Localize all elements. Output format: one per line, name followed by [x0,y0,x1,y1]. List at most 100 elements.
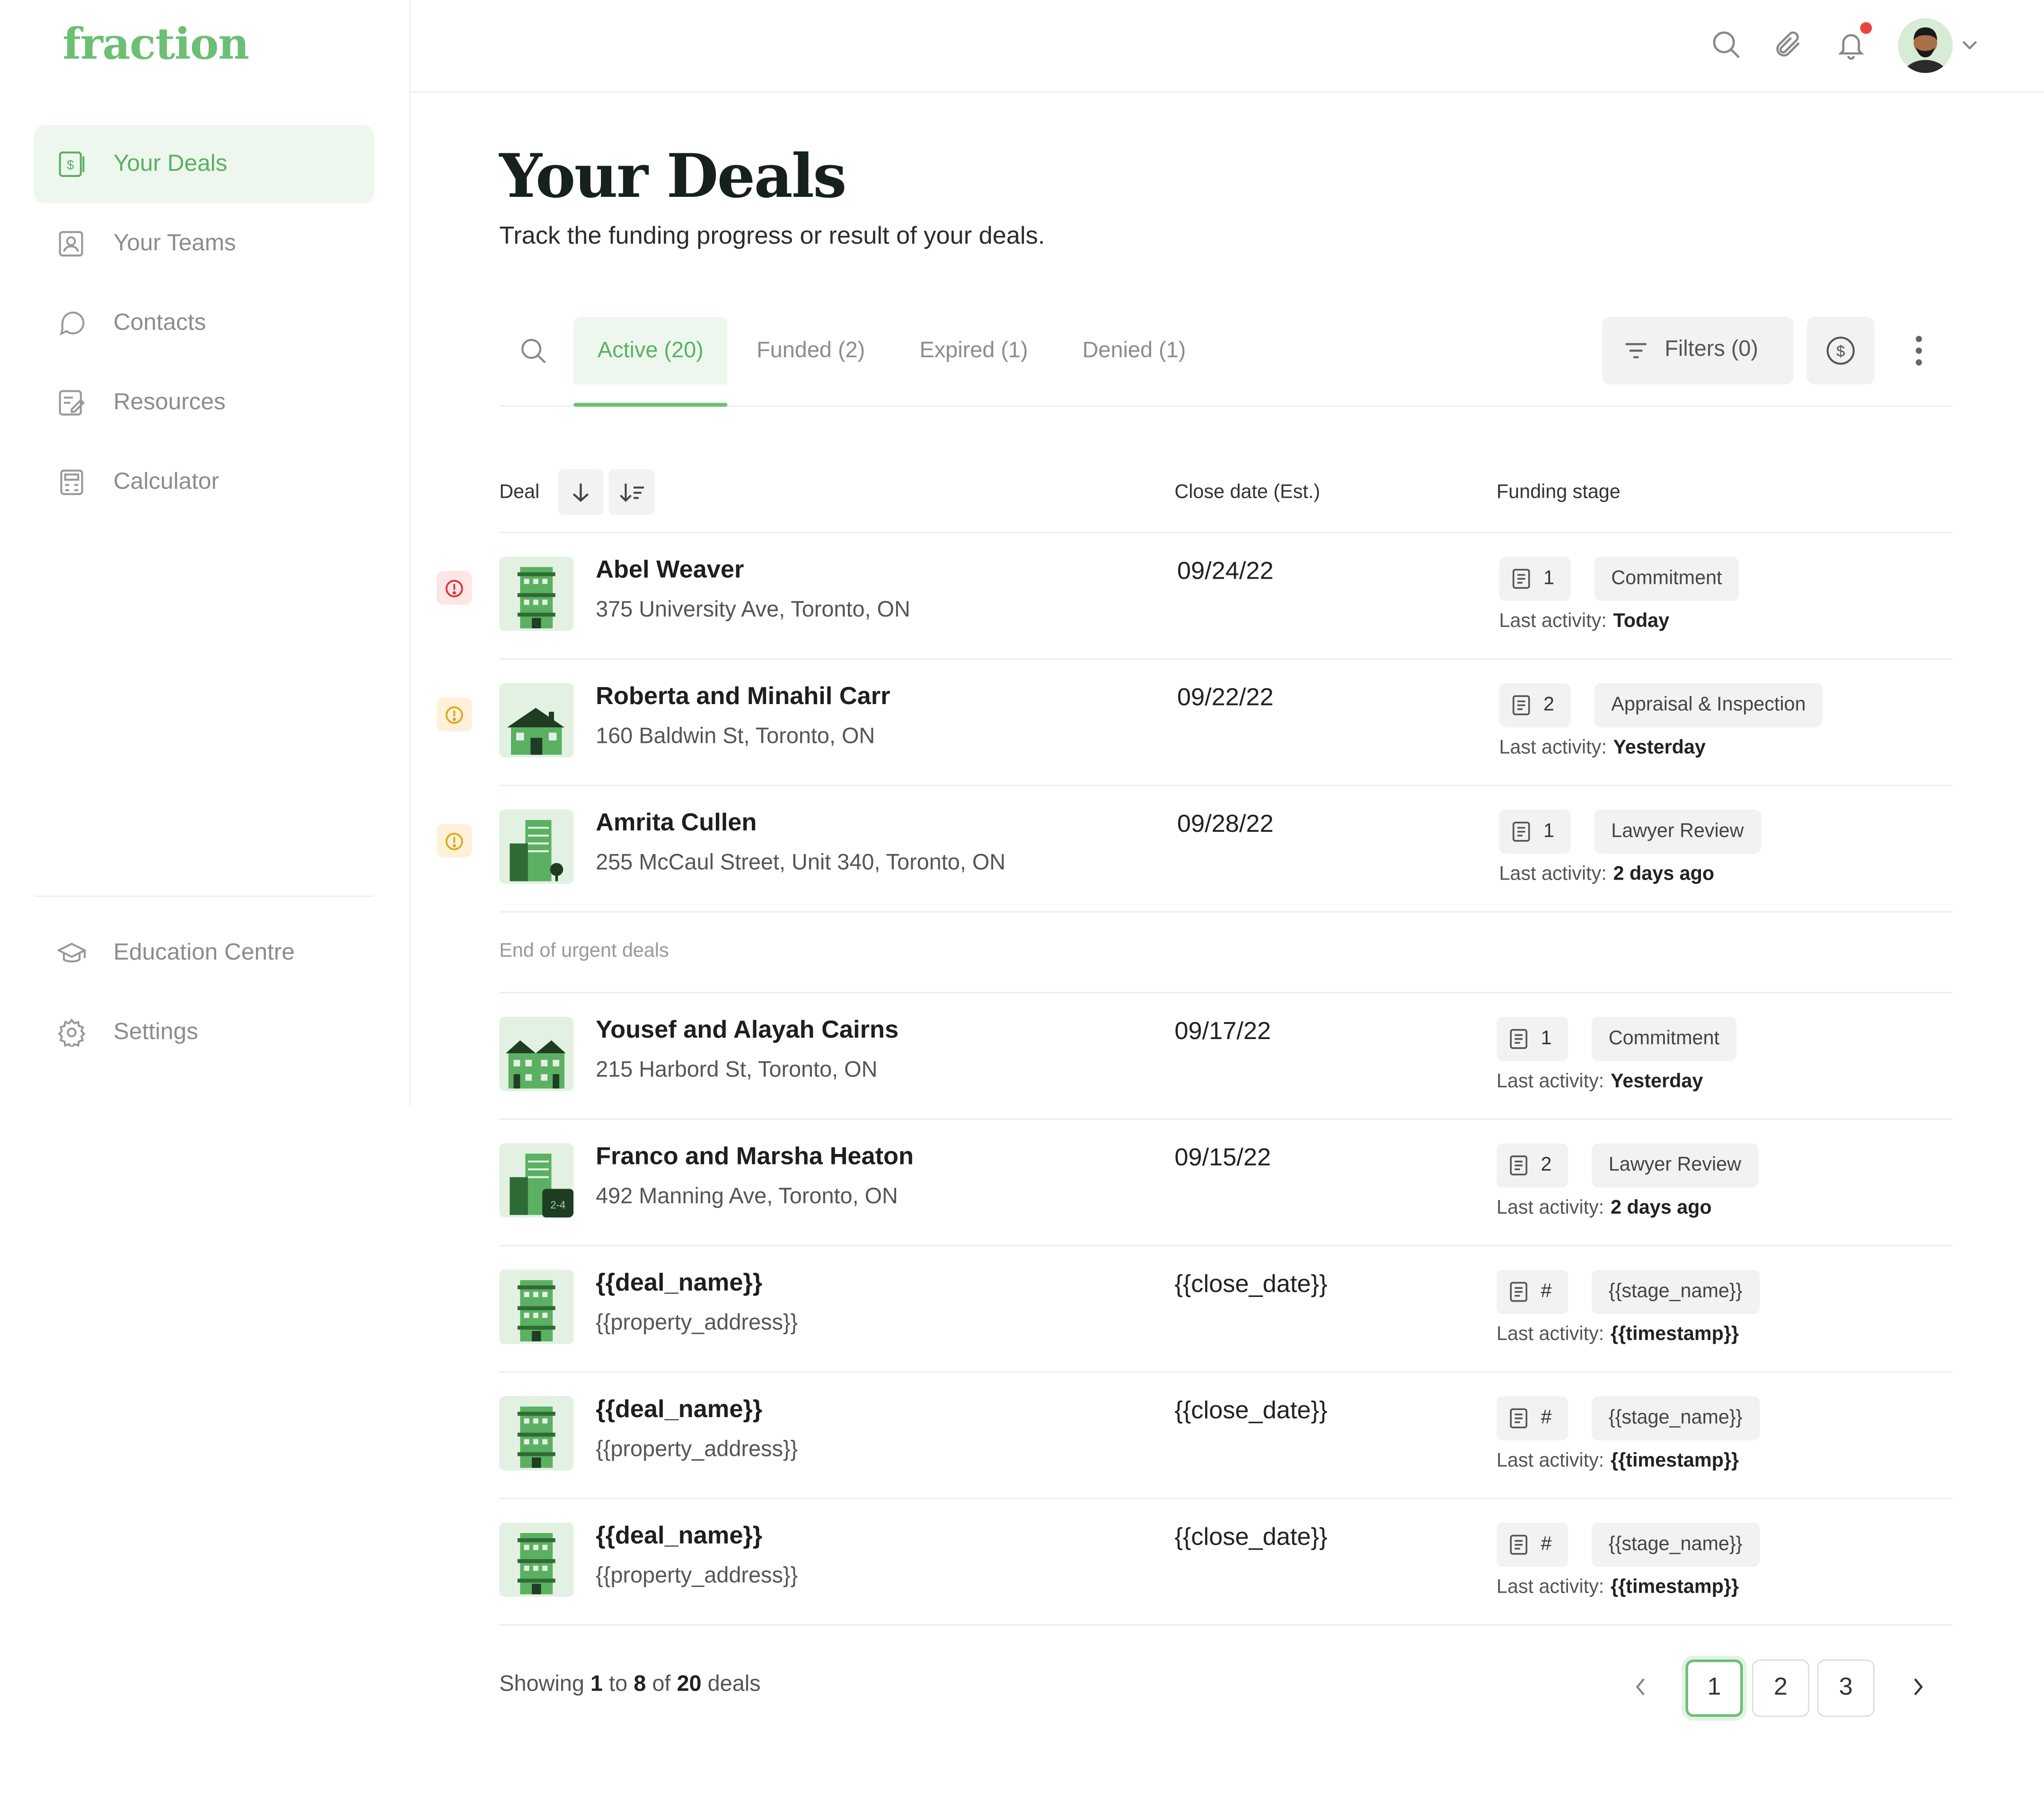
table-row[interactable]: Amrita Cullen 255 McCaul Street, Unit 34… [0,785,2044,911]
table-row[interactable]: {{deal_name}} {{property_address}} {{clo… [0,1498,2044,1624]
sort-options-button[interactable] [608,469,655,515]
property-address: {{property_address}} [596,1437,798,1462]
search-icon[interactable] [1710,29,1742,60]
chevron-left-icon[interactable] [1631,1675,1652,1699]
document-count: 1 [1541,1027,1552,1049]
urgent-alert-badge [436,824,472,858]
alert-circle-icon [445,832,463,850]
dollar-document-icon: $ [59,151,85,177]
document-count-badge[interactable]: 1 [1496,1016,1568,1061]
property-thumbnail [499,809,574,884]
close-date: 09/15/22 [1174,1144,1271,1172]
sidebar-item-label: Contacts [113,309,206,335]
deal-name[interactable]: Franco and Marsha Heaton [596,1143,914,1172]
last-activity-label: Last activity: [1496,1576,1604,1598]
paperclip-icon[interactable] [1773,29,1804,60]
tab-denied[interactable]: Denied (1) [1060,317,1208,384]
deal-name[interactable]: Abel Weaver [596,556,744,585]
last-activity: Last activity: Yesterday [1497,1070,1703,1093]
page-button-2[interactable]: 2 [1752,1659,1810,1717]
sort-direction-button[interactable] [558,469,604,515]
svg-text:$: $ [67,158,74,172]
document-count-badge[interactable]: 1 [1499,556,1571,601]
close-date: {{close_date}} [1174,1271,1328,1299]
sort-list-icon [619,484,644,502]
filters-button[interactable]: Filters (0) [1602,317,1794,385]
last-activity-label: Last activity: [1496,1197,1604,1219]
table-row[interactable]: 2-4 Franco and Marsha Heaton 492 Manning… [0,1119,2044,1245]
row-divider [499,911,1953,913]
funding-stage-badge: {{stage_name}} [1591,1396,1760,1441]
sidebar-item-resources[interactable]: Resources [34,364,374,442]
document-icon [1510,1408,1528,1428]
currency-button[interactable]: $ [1806,317,1875,385]
deal-name[interactable]: {{deal_name}} [596,1269,762,1298]
sidebar-item-calculator[interactable]: Calculator [34,443,374,521]
close-date: {{close_date}} [1174,1524,1328,1551]
chevron-right-icon[interactable] [1907,1675,1928,1699]
last-activity: Last activity: {{timestamp}} [1497,1450,1739,1472]
document-count-badge[interactable]: 2 [1496,1143,1568,1188]
chat-bubble-icon [60,311,85,336]
edit-document-icon [59,390,85,416]
summary-to: 8 [634,1671,646,1696]
table-row[interactable]: {{deal_name}} {{property_address}} {{clo… [0,1245,2044,1371]
document-count-badge[interactable]: 2 [1499,683,1571,728]
graduation-cap-icon [57,943,86,962]
property-address: 160 Baldwin St, Toronto, ON [596,723,875,749]
deal-name[interactable]: {{deal_name}} [596,1396,762,1425]
arrow-down-icon [573,484,589,502]
sidebar-item-contacts[interactable]: Contacts [34,284,374,362]
deal-name[interactable]: Yousef and Alayah Cairns [596,1017,899,1046]
property-thumbnail [499,683,574,758]
avatar[interactable] [1898,18,1953,73]
document-icon [1512,695,1530,715]
chevron-down-icon[interactable] [1961,36,1979,55]
last-activity-value: Yesterday [1613,736,1706,759]
sidebar-item-your-teams[interactable]: Your Teams [34,205,374,283]
document-icon [1510,1534,1528,1555]
document-count: # [1541,1406,1552,1429]
document-count-badge[interactable]: 1 [1499,809,1571,854]
table-row[interactable]: Roberta and Minahil Carr 160 Baldwin St,… [0,658,2044,785]
document-count-badge[interactable]: # [1496,1522,1568,1567]
brand-logo[interactable]: fraction [62,18,249,69]
summary-to-word: to [609,1671,628,1696]
page-button-3[interactable]: 3 [1817,1659,1875,1717]
property-address: 492 Manning Ave, Toronto, ON [596,1183,898,1208]
page-subtitle: Track the funding progress or result of … [499,223,1045,250]
summary-prefix: Showing [499,1671,584,1696]
tab-search-icon[interactable] [519,336,548,365]
last-activity: Last activity: {{timestamp}} [1497,1576,1739,1598]
table-row[interactable]: Abel Weaver 375 University Ave, Toronto,… [0,532,2044,658]
last-activity-label: Last activity: [1499,736,1607,759]
summary-total: 20 [677,1671,702,1696]
urgent-deals-end-label: End of urgent deals [499,940,669,962]
page-button-1[interactable]: 1 [1685,1659,1743,1717]
dollar-circle-icon: $ [1826,336,1855,365]
document-count-badge[interactable]: # [1496,1396,1568,1441]
row-divider [499,1624,1953,1626]
alert-circle-icon [445,580,463,598]
notification-dot [1859,21,1874,35]
more-options-icon[interactable] [1901,333,1937,369]
last-activity-value: {{timestamp}} [1611,1449,1739,1472]
unit-range-label: 2-4 [550,1199,565,1211]
last-activity-value: 2 days ago [1611,1197,1712,1219]
sidebar-item-education-centre[interactable]: Education Centre [34,914,374,992]
funding-stage-badge: {{stage_name}} [1591,1269,1760,1314]
tab-expired[interactable]: Expired (1) [898,317,1049,384]
filters-label: Filters (0) [1665,336,1759,361]
deal-name[interactable]: Roberta and Minahil Carr [596,683,890,712]
tab-active[interactable]: Active (20) [573,317,728,385]
summary-from: 1 [590,1671,603,1696]
last-activity-label: Last activity: [1496,1070,1604,1093]
tab-funded[interactable]: Funded (2) [735,317,887,384]
deal-name[interactable]: Amrita Cullen [596,810,757,838]
sidebar-item-your-deals[interactable]: $ Your Deals [34,125,374,203]
table-row[interactable]: {{deal_name}} {{property_address}} {{clo… [0,1371,2044,1498]
svg-text:$: $ [1836,343,1845,361]
document-count-badge[interactable]: # [1496,1269,1568,1314]
table-row[interactable]: Yousef and Alayah Cairns 215 Harbord St,… [0,992,2044,1119]
deal-name[interactable]: {{deal_name}} [596,1523,762,1551]
